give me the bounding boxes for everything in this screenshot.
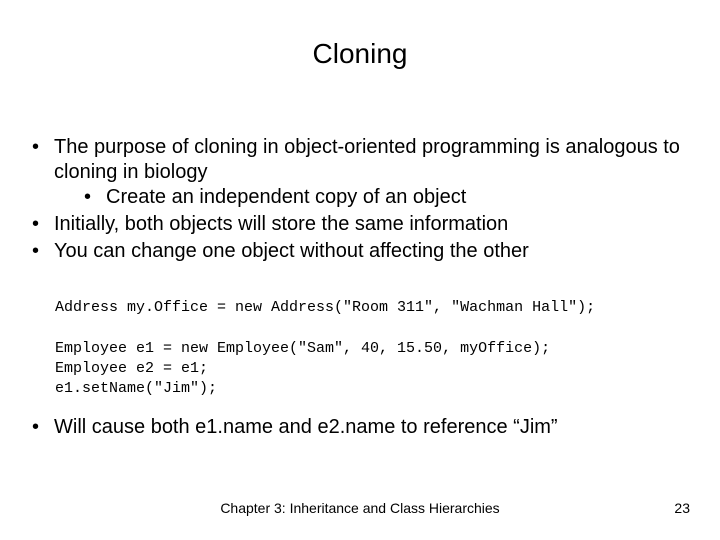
bullet-text: Initially, both objects will store the s… bbox=[54, 213, 508, 235]
footer-chapter: Chapter 3: Inheritance and Class Hierarc… bbox=[0, 500, 720, 516]
code-line: e1.setName("Jim"); bbox=[55, 380, 217, 397]
code-line: Employee e2 = e1; bbox=[55, 360, 208, 377]
bullet-list: The purpose of cloning in object-oriente… bbox=[28, 135, 692, 264]
bullet-item: The purpose of cloning in object-oriente… bbox=[28, 135, 692, 210]
bullet-item: Will cause both e1.name and e2.name to r… bbox=[28, 415, 692, 440]
bullet-text: Will cause both e1.name and e2.name to r… bbox=[54, 416, 558, 438]
bullet-item: Initially, both objects will store the s… bbox=[28, 212, 692, 237]
bullet-list: Will cause both e1.name and e2.name to r… bbox=[28, 415, 692, 440]
slide-body: The purpose of cloning in object-oriente… bbox=[28, 135, 692, 266]
footer-page-number: 23 bbox=[674, 500, 690, 516]
slide: Cloning The purpose of cloning in object… bbox=[0, 0, 720, 540]
code-line: Employee e1 = new Employee("Sam", 40, 15… bbox=[55, 340, 550, 357]
code-line: Address my.Office = new Address("Room 31… bbox=[55, 299, 595, 316]
sub-bullet-list: Create an independent copy of an object bbox=[54, 185, 692, 210]
bullet-text: You can change one object without affect… bbox=[54, 240, 529, 262]
after-code-block: Will cause both e1.name and e2.name to r… bbox=[28, 415, 692, 442]
bullet-text: The purpose of cloning in object-oriente… bbox=[54, 136, 680, 183]
bullet-item: You can change one object without affect… bbox=[28, 239, 692, 264]
code-block: Address my.Office = new Address("Room 31… bbox=[55, 298, 595, 399]
sub-bullet-text: Create an independent copy of an object bbox=[106, 186, 466, 208]
sub-bullet-item: Create an independent copy of an object bbox=[54, 185, 692, 210]
slide-title: Cloning bbox=[0, 38, 720, 70]
